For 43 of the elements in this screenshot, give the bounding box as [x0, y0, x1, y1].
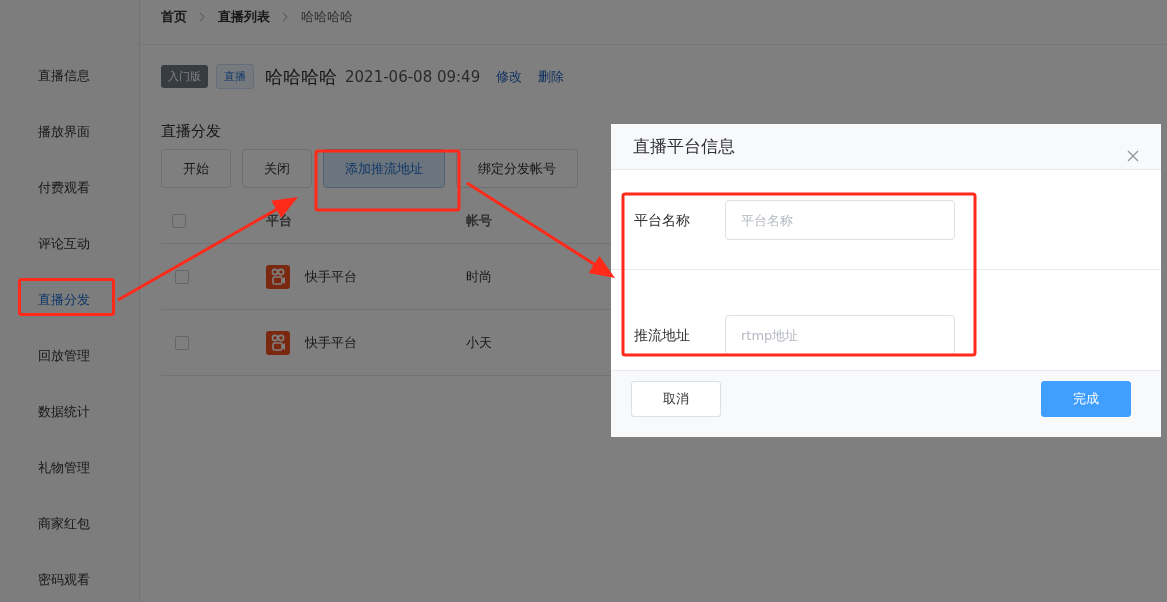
table-cell: 快手平台 [305, 333, 357, 352]
table-cell: 快手平台 [305, 267, 357, 286]
action-button[interactable]: 关闭 [242, 149, 312, 188]
table-cell: 小天 [466, 334, 492, 350]
field-label: 平台名称 [634, 211, 691, 230]
sidebar-item[interactable]: 数据统计 [0, 384, 90, 440]
action-button[interactable]: 绑定分发帐号 [456, 149, 578, 188]
cancel-button[interactable]: 取消 [631, 381, 721, 417]
breadcrumb-link[interactable]: 直播列表 [218, 8, 270, 26]
checkbox[interactable] [175, 269, 189, 284]
action-button[interactable]: 开始 [161, 149, 231, 188]
breadcrumb-link[interactable]: 首页 [161, 8, 187, 26]
sidebar-item[interactable]: 回放管理 [0, 328, 90, 384]
sidebar-item[interactable]: 直播信息 [0, 48, 90, 104]
action-link[interactable]: 修改 [496, 67, 523, 86]
sidebar-item[interactable]: 评论互动 [0, 216, 90, 272]
table-cell: 时尚 [466, 268, 492, 284]
dialog-title: 直播平台信息 [633, 135, 735, 158]
sidebar-item[interactable]: 播放界面 [0, 104, 90, 160]
action-link[interactable]: 删除 [538, 67, 565, 86]
chevron-icon [199, 12, 206, 22]
chevron-icon [282, 12, 289, 22]
sidebar-item[interactable]: 直播分发 [0, 272, 90, 328]
video-camera-icon [266, 264, 290, 289]
input-field[interactable]: 平台名称 [725, 200, 955, 240]
live-time: 2021-06-08 09:49 [345, 67, 481, 86]
section-title: 直播分发 [160, 121, 221, 141]
checkbox[interactable] [175, 335, 189, 350]
sidebar-item[interactable]: 礼物管理 [0, 440, 90, 496]
sidebar-item[interactable]: 付费观看 [0, 160, 90, 216]
field-label: 推流地址 [634, 326, 691, 345]
column-header: 平台 [266, 211, 292, 230]
done-button[interactable]: 完成 [1041, 381, 1131, 417]
close-icon[interactable] [1127, 150, 1139, 162]
sidebar-item[interactable]: 商家红包 [0, 496, 90, 552]
action-button[interactable]: 添加推流地址 [323, 149, 445, 188]
column-header: 帐号 [466, 212, 492, 228]
input-field[interactable]: rtmp地址 [725, 315, 955, 355]
tag: 直播 [216, 64, 254, 89]
live-title: 哈哈哈哈 [265, 64, 337, 89]
sidebar-item[interactable]: 密码观看 [0, 552, 90, 602]
checkbox[interactable] [172, 213, 186, 228]
video-camera-icon [266, 330, 290, 355]
